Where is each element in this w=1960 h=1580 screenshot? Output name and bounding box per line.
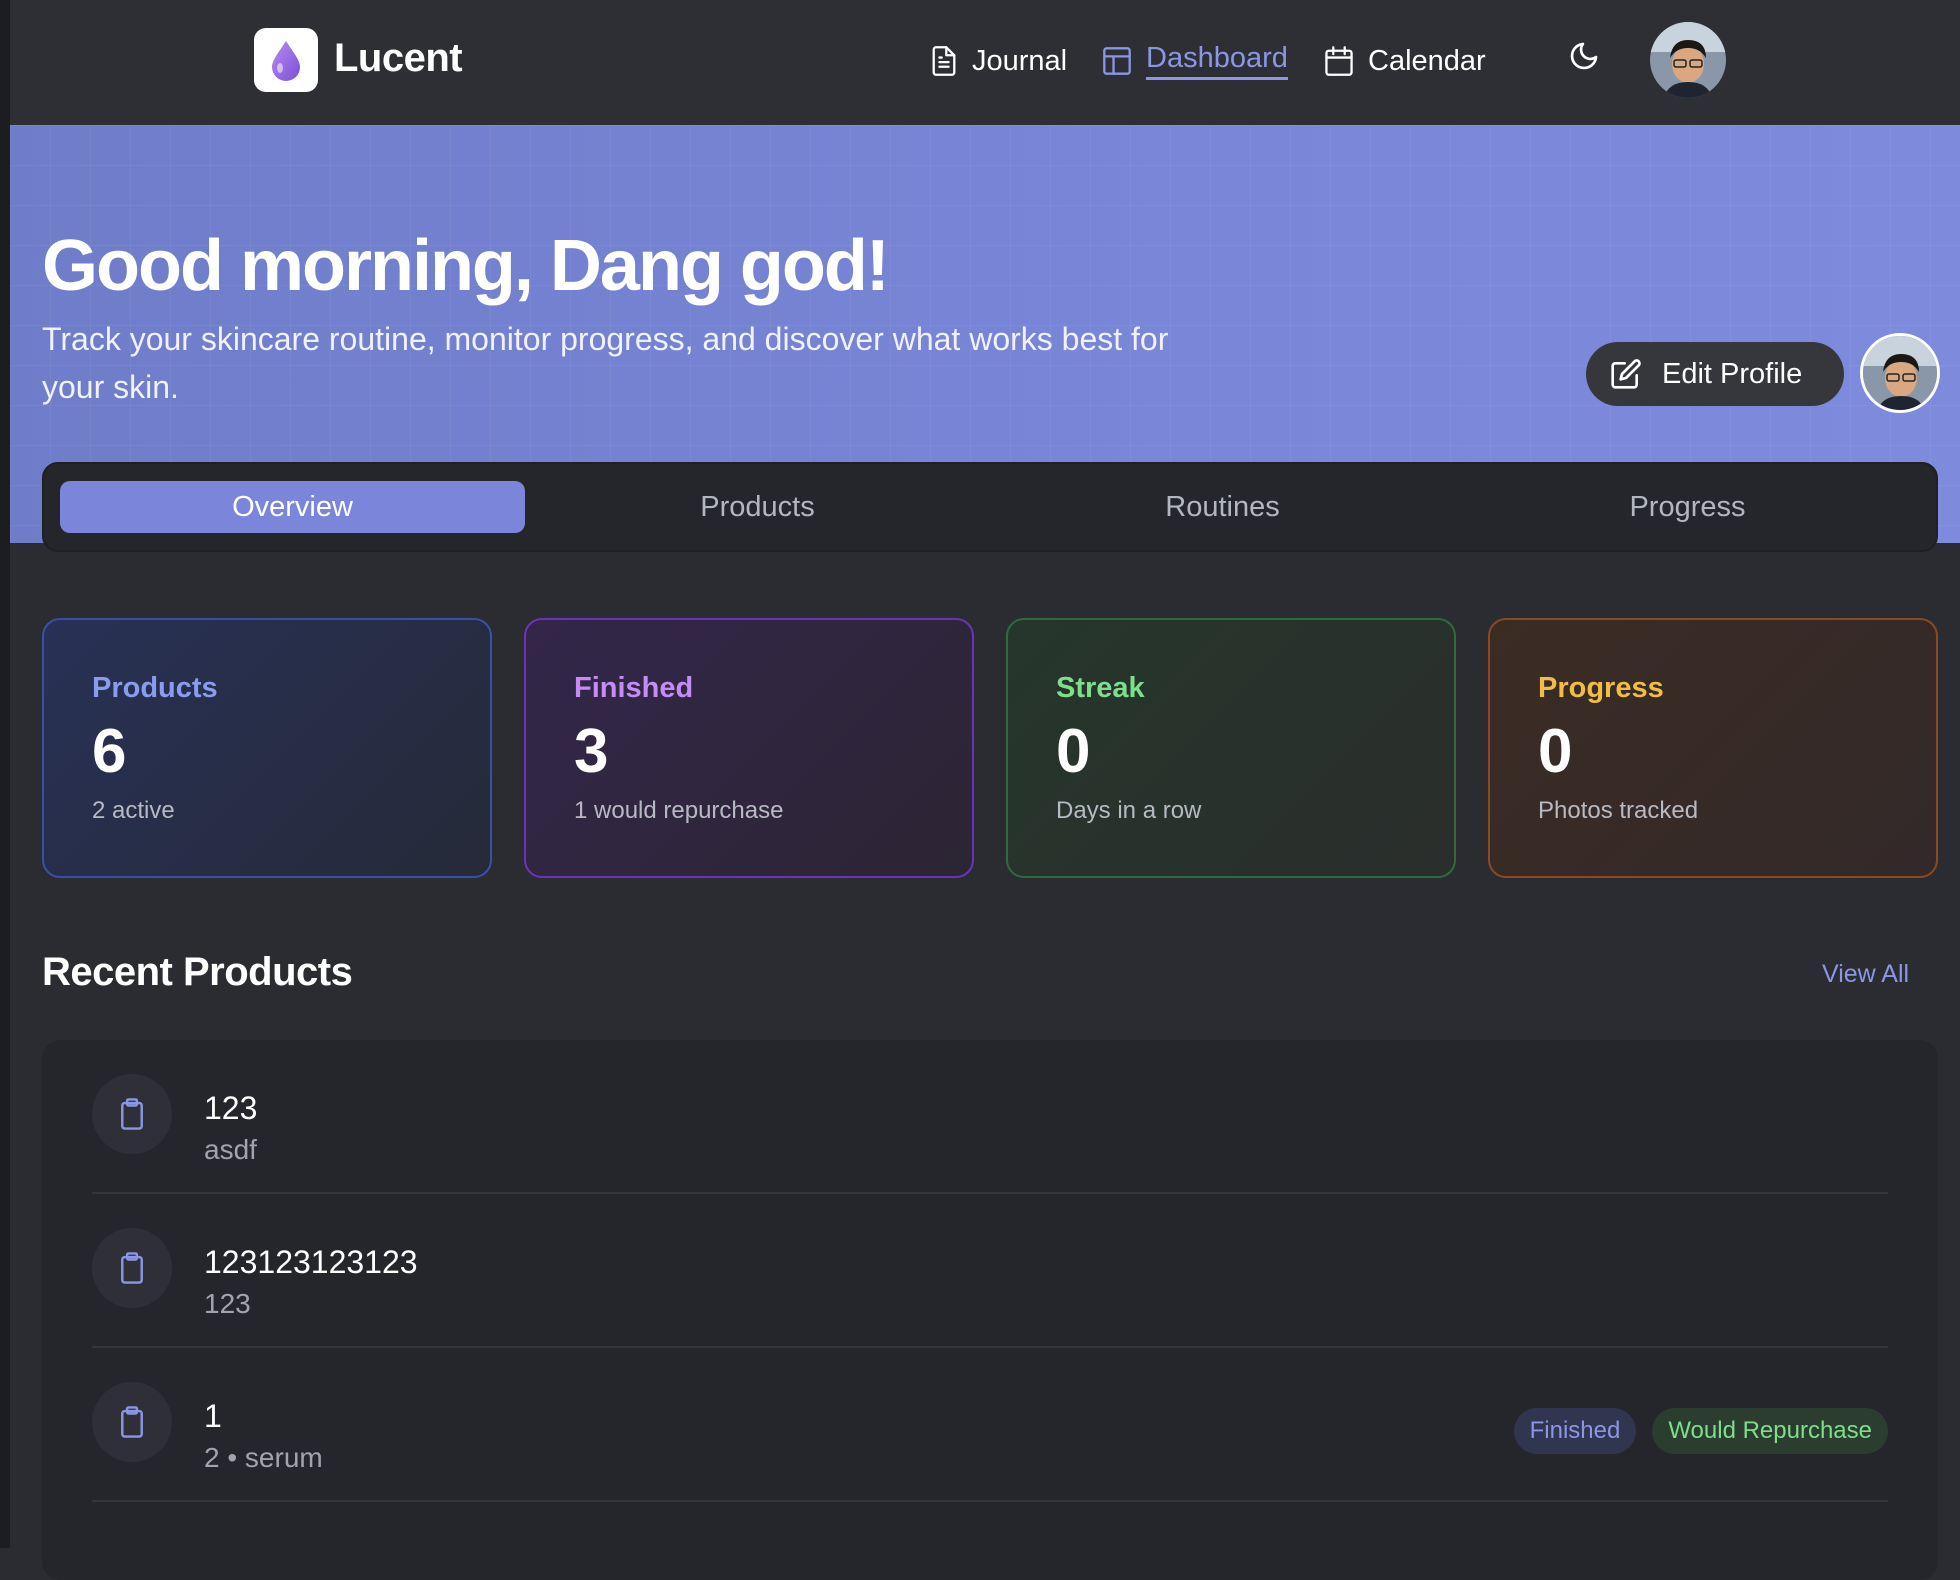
product-name: 123 bbox=[204, 1090, 258, 1126]
stat-subtext: Days in a row bbox=[1056, 797, 1202, 824]
stat-subtext: 1 would repurchase bbox=[574, 797, 784, 824]
stat-card-products[interactable]: Products 6 2 active bbox=[42, 618, 492, 878]
view-all-link[interactable]: View All bbox=[1822, 960, 1909, 989]
edit-profile-label: Edit Profile bbox=[1662, 357, 1803, 390]
product-name: 1 bbox=[204, 1398, 222, 1434]
product-badges: Finished Would Repurchase bbox=[1513, 1408, 1888, 1454]
profile-avatar[interactable] bbox=[1860, 333, 1940, 413]
tab-routines[interactable]: Routines bbox=[990, 481, 1455, 533]
stat-subtext: Photos tracked bbox=[1538, 797, 1699, 824]
edit-profile-button[interactable]: Edit Profile bbox=[1586, 342, 1844, 406]
dashboard-tabs: Overview Products Routines Progress bbox=[42, 462, 1938, 552]
top-navbar: Lucent Journal Dashboard Calendar bbox=[10, 0, 1960, 125]
hero-subtitle: Track your skincare routine, monitor pro… bbox=[42, 321, 1169, 405]
stat-value: 6 bbox=[92, 717, 127, 786]
stat-value: 3 bbox=[574, 717, 609, 786]
stat-value: 0 bbox=[1056, 717, 1091, 786]
edit-icon bbox=[1611, 359, 1641, 389]
logo[interactable] bbox=[254, 28, 318, 92]
clipboard-icon bbox=[121, 1406, 143, 1438]
tab-progress[interactable]: Progress bbox=[1455, 481, 1920, 533]
stat-card-finished[interactable]: Finished 3 1 would repurchase bbox=[524, 618, 974, 878]
product-subtitle: asdf bbox=[204, 1134, 257, 1165]
layout-icon bbox=[1103, 47, 1131, 75]
product-icon-wrap bbox=[92, 1074, 172, 1154]
list-item[interactable]: 123123123123 123 bbox=[92, 1194, 1888, 1348]
tab-products[interactable]: Products bbox=[525, 481, 990, 533]
recent-products-list: 123 asdf 123123123123 123 1 2 • serum Fi… bbox=[42, 1040, 1938, 1580]
nav-calendar[interactable]: Calendar bbox=[1324, 40, 1486, 82]
list-item[interactable]: 1 2 • serum Finished Would Repurchase bbox=[92, 1348, 1888, 1502]
greeting-heading: Good morning, Dang god! bbox=[42, 226, 890, 306]
product-subtitle: 2 • serum bbox=[204, 1442, 323, 1473]
would-repurchase-badge: Would Repurchase bbox=[1652, 1408, 1888, 1454]
stat-label: Streak bbox=[1056, 672, 1145, 704]
recent-products-title: Recent Products bbox=[42, 950, 353, 994]
product-name: 123123123123 bbox=[204, 1244, 418, 1280]
list-item[interactable]: 123 asdf bbox=[92, 1040, 1888, 1194]
tab-overview[interactable]: Overview bbox=[60, 481, 525, 533]
moon-icon bbox=[1570, 42, 1598, 70]
stat-label: Finished bbox=[574, 672, 694, 704]
theme-toggle-button[interactable] bbox=[1568, 40, 1608, 80]
user-avatar[interactable] bbox=[1650, 22, 1726, 98]
nav-calendar-label: Calendar bbox=[1368, 44, 1486, 77]
product-icon-wrap bbox=[92, 1228, 172, 1308]
stat-label: Products bbox=[92, 672, 218, 704]
product-icon-wrap bbox=[92, 1382, 172, 1462]
finished-badge: Finished bbox=[1513, 1408, 1637, 1454]
stat-subtext: 2 active bbox=[92, 797, 175, 824]
product-subtitle: 123 bbox=[204, 1288, 251, 1319]
stat-value: 0 bbox=[1538, 717, 1573, 786]
clipboard-icon bbox=[121, 1098, 143, 1130]
stat-label: Progress bbox=[1538, 672, 1664, 704]
document-icon bbox=[932, 46, 956, 76]
stat-card-streak[interactable]: Streak 0 Days in a row bbox=[1006, 618, 1456, 878]
stat-card-progress[interactable]: Progress 0 Photos tracked bbox=[1488, 618, 1938, 878]
nav-dashboard[interactable]: Dashboard bbox=[1102, 40, 1288, 82]
nav-journal[interactable]: Journal bbox=[930, 40, 1067, 82]
calendar-icon bbox=[1325, 46, 1353, 76]
droplet-icon bbox=[272, 41, 300, 81]
nav-dashboard-label: Dashboard bbox=[1146, 42, 1288, 80]
window-edge bbox=[0, 0, 10, 1548]
app-name: Lucent bbox=[334, 36, 463, 80]
nav-journal-label: Journal bbox=[972, 44, 1068, 77]
clipboard-icon bbox=[121, 1252, 143, 1284]
